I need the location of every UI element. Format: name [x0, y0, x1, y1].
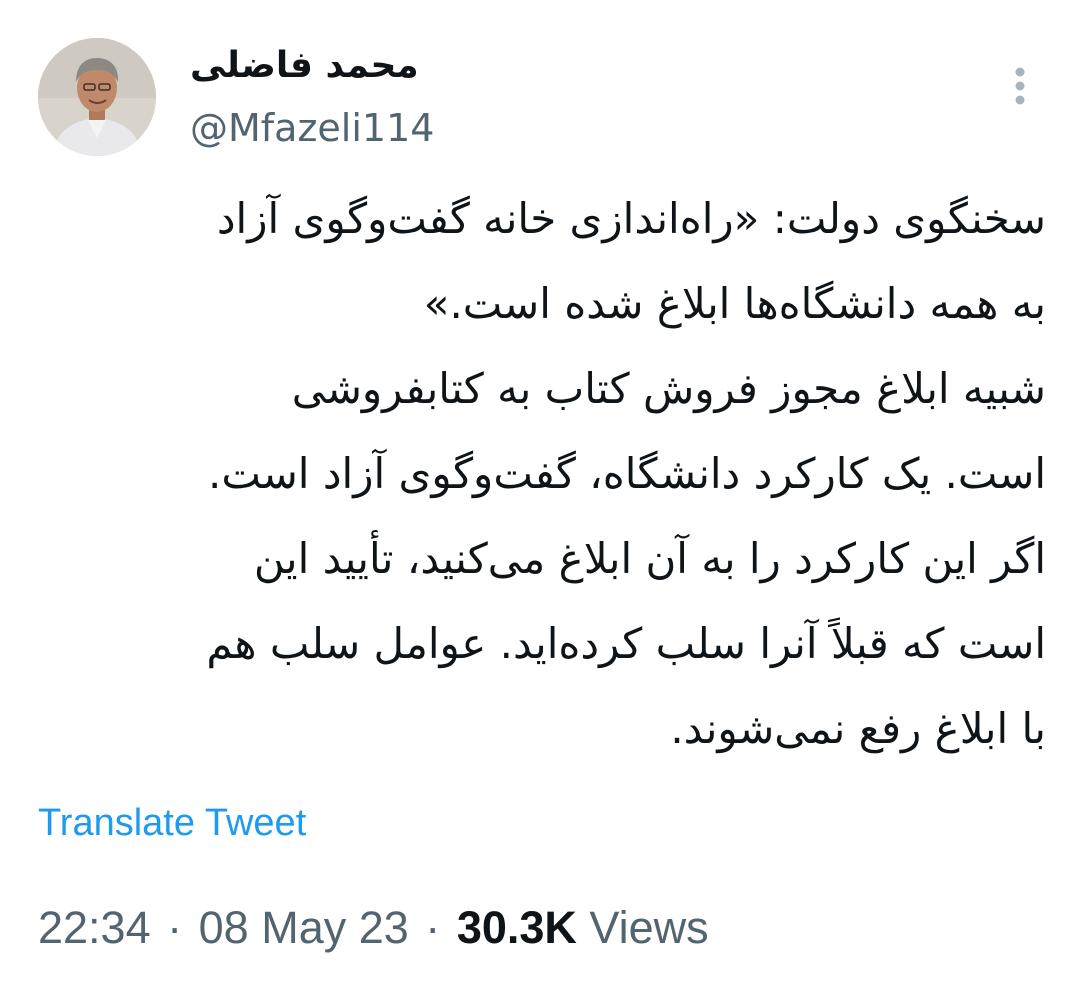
- tweet-meta: 22:34 · 08 May 23 · 30.3K Views: [38, 898, 709, 958]
- tweet-text-line: است که قبلاً آنرا سلب کرده‌اید. عوامل سل…: [206, 619, 1046, 668]
- tweet-text-line: با ابلاغ رفع نمی‌شوند.: [670, 704, 1046, 753]
- tweet-text-line: سخنگوی دولت: «راه‌اندازی خانه گفت‌وگوی آ…: [216, 194, 1046, 243]
- more-vertical-icon: [1015, 67, 1025, 105]
- meta-separator: ·: [167, 902, 183, 953]
- author-name[interactable]: محمد فاضلی: [190, 40, 419, 92]
- meta-separator: ·: [425, 902, 441, 953]
- avatar[interactable]: [38, 38, 156, 156]
- tweet-text-line: شبیه ابلاغ مجوز فروش کتاب به کتابفروشی: [291, 364, 1046, 413]
- tweet-text-line: به همه دانشگاه‌ها ابلاغ شده است.»: [423, 279, 1046, 328]
- tweet-date[interactable]: 08 May 23: [199, 902, 409, 953]
- tweet-text-line: است. یک کارکرد دانشگاه، گفت‌وگوی آزاد اس…: [208, 449, 1046, 498]
- more-options-button[interactable]: [1000, 62, 1040, 110]
- views-label: Views: [589, 902, 709, 953]
- views-count: 30.3K: [456, 902, 577, 953]
- tweet-text: سخنگوی دولت: «راه‌اندازی خانه گفت‌وگوی آ…: [34, 176, 1046, 771]
- profile-photo-image: [38, 38, 156, 156]
- author-handle[interactable]: @Mfazeli114: [190, 102, 434, 154]
- tweet-time[interactable]: 22:34: [38, 902, 151, 953]
- translate-tweet-link[interactable]: Translate Tweet: [38, 800, 306, 846]
- tweet-card: محمد فاضلی @Mfazeli114 سخنگوی دولت: «راه…: [0, 0, 1080, 990]
- tweet-text-line: اگر این کارکرد را به آن ابلاغ می‌کنید، ت…: [253, 534, 1046, 583]
